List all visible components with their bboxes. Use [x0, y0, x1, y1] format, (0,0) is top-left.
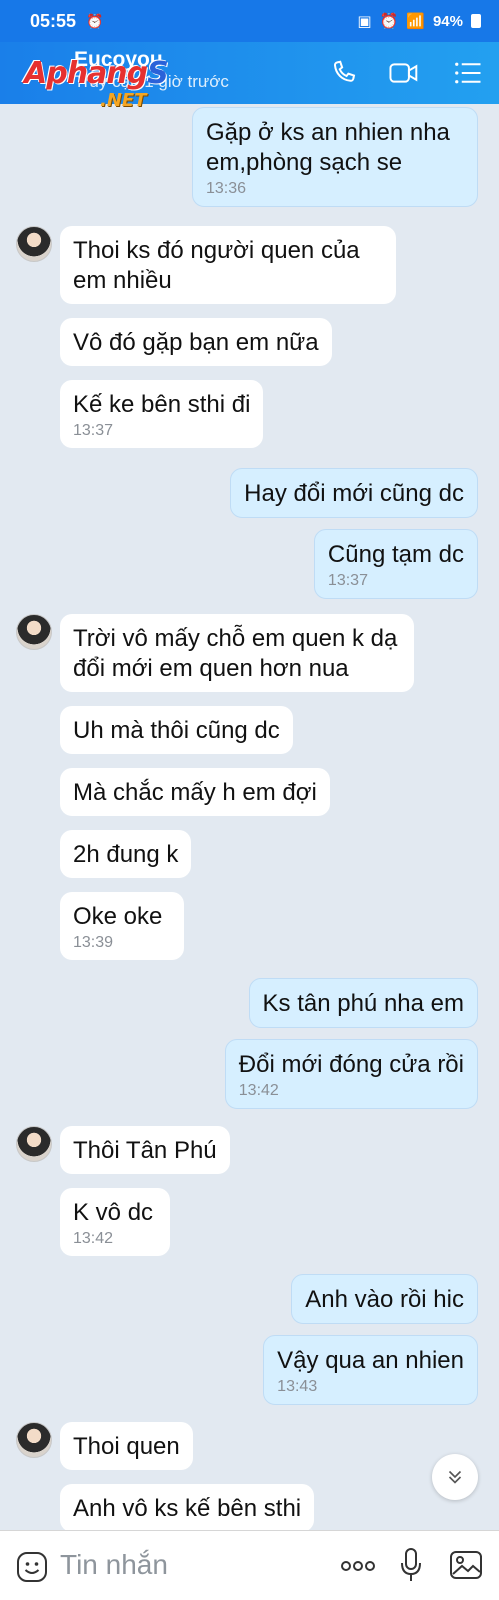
message-text: Hay đổi mới cũng dc	[244, 480, 464, 507]
emoji-icon[interactable]	[16, 1551, 48, 1583]
message-incoming[interactable]: Kế ke bên sthi đi 13:37	[60, 380, 264, 448]
status-right: ▣ ⏰ 📶 94%	[357, 12, 481, 30]
chat-messages[interactable]: Gặp ở ks an nhien nha em,phòng sạch se 1…	[0, 104, 499, 1530]
contact-avatar[interactable]	[16, 1126, 52, 1162]
scroll-down-button[interactable]	[432, 1454, 478, 1500]
message-text: Vô đó gặp bạn em nữa	[73, 329, 319, 356]
message-outgoing[interactable]: Đổi mới đóng cửa rồi 13:42	[224, 1039, 478, 1109]
message-outgoing[interactable]: Anh vào rồi hic	[291, 1274, 478, 1324]
message-outgoing[interactable]: Vậy qua an nhien 13:43	[263, 1335, 478, 1405]
message-outgoing[interactable]: Cũng tạm dc 13:37	[313, 529, 478, 599]
message-text: Uh mà thôi cũng dc	[73, 717, 280, 744]
message-text: K vô dc	[73, 1199, 154, 1226]
more-icon[interactable]	[340, 1559, 376, 1573]
notification-icon: ▣	[357, 13, 372, 30]
message-incoming[interactable]: Anh vô ks kế bên sthi	[60, 1484, 315, 1530]
battery-percent: 94%	[432, 12, 463, 30]
message-text: 2h đung k	[73, 841, 179, 868]
message-text: Ks tân phú nha em	[262, 990, 464, 1017]
message-outgoing[interactable]: Gặp ở ks an nhien nha em,phòng sạch se 1…	[192, 107, 478, 207]
message-text: Đổi mới đóng cửa rồi	[238, 1051, 464, 1078]
alarm-status-icon: ⏰	[379, 13, 399, 30]
contact-avatar[interactable]	[16, 1422, 52, 1458]
message-incoming[interactable]: Thoi ks đó người quen của em nhiều	[60, 226, 396, 304]
video-call-icon[interactable]	[388, 58, 420, 88]
message-text: Cũng tạm dc	[327, 541, 464, 568]
microphone-icon[interactable]	[398, 1547, 424, 1583]
message-time: 13:42	[73, 1230, 114, 1247]
message-time: 13:37	[73, 422, 114, 439]
message-text: Gặp ở ks an nhien nha em,phòng sạch se	[206, 119, 450, 176]
message-outgoing[interactable]: Ks tân phú nha em	[248, 978, 478, 1028]
message-time: 13:42	[238, 1082, 279, 1099]
message-time: 13:36	[206, 180, 247, 197]
message-incoming[interactable]: Trời vô mấy chỗ em quen k dạ đổi mới em …	[60, 614, 414, 692]
contact-avatar[interactable]	[16, 614, 52, 650]
watermark-text-blue: S	[147, 56, 169, 91]
chat-header: Eucoyou Truy cập 1 giờ trước AphangS .NE…	[0, 42, 499, 111]
status-time: 05:55	[30, 10, 77, 31]
message-text: Oke oke	[73, 903, 163, 930]
message-incoming[interactable]: Uh mà thôi cũng dc	[60, 706, 293, 754]
message-text: Vậy qua an nhien	[277, 1347, 464, 1374]
message-text: Kế ke bên sthi đi	[73, 391, 251, 418]
message-incoming[interactable]: Thoi quen	[60, 1422, 193, 1470]
signal-icon: 📶	[406, 13, 425, 30]
message-composer	[0, 1530, 499, 1600]
menu-list-icon[interactable]	[452, 58, 484, 88]
message-input[interactable]	[60, 1547, 320, 1583]
message-incoming[interactable]: Oke oke 13:39	[60, 892, 184, 960]
alarm-icon: ⏰	[86, 12, 104, 29]
message-text: Thôi Tân Phú	[73, 1137, 217, 1164]
message-incoming[interactable]: Vô đó gặp bạn em nữa	[60, 318, 332, 366]
status-bar: 05:55 ⏰ ▣ ⏰ 📶 94%	[0, 0, 499, 42]
contact-avatar[interactable]	[16, 226, 52, 262]
message-text: Anh vào rồi hic	[305, 1286, 464, 1313]
message-text: Trời vô mấy chỗ em quen k dạ đổi mới em …	[73, 625, 398, 682]
message-text: Thoi ks đó người quen của em nhiều	[73, 237, 360, 294]
image-icon[interactable]	[449, 1549, 483, 1581]
phone-icon[interactable]	[328, 58, 360, 88]
watermark-logo: AphangS .NET	[24, 56, 169, 111]
message-text: Thoi quen	[73, 1433, 180, 1460]
message-time: 13:37	[327, 572, 368, 589]
message-incoming[interactable]: Mà chắc mấy h em đợi	[60, 768, 330, 816]
message-incoming[interactable]: Thôi Tân Phú	[60, 1126, 230, 1174]
battery-icon	[471, 14, 481, 28]
scroll-down-icon	[448, 1470, 462, 1484]
message-incoming[interactable]: K vô dc 13:42	[60, 1188, 170, 1256]
message-text: Anh vô ks kế bên sthi	[73, 1495, 302, 1522]
message-incoming[interactable]: 2h đung k	[60, 830, 192, 878]
watermark-text-red: Aphang	[24, 56, 148, 91]
message-time: 13:39	[73, 934, 114, 951]
message-outgoing[interactable]: Hay đổi mới cũng dc	[230, 468, 478, 518]
message-time: 13:43	[277, 1378, 318, 1395]
message-text: Mà chắc mấy h em đợi	[73, 779, 317, 806]
